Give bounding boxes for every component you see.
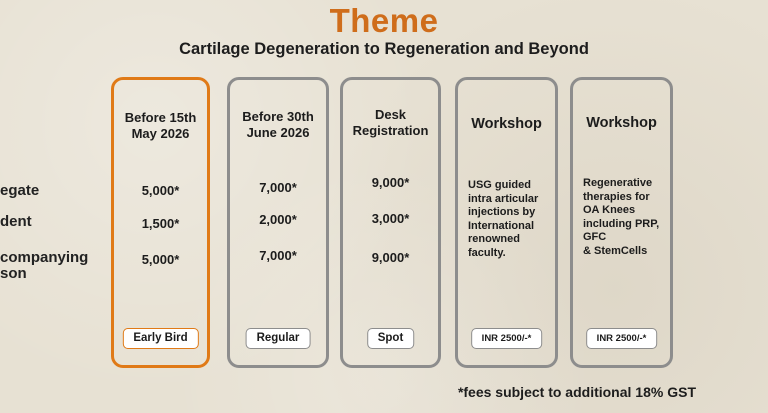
card-heading: Before 30th June 2026 [242, 109, 314, 140]
card-heading: Desk Registration [352, 107, 429, 138]
theme-subtitle: Cartilage Degeneration to Regeneration a… [179, 40, 589, 58]
card-heading: Workshop [471, 116, 542, 132]
card-early-bird: Before 15th May 2026 5,000* 1,500* 5,000*… [111, 77, 210, 368]
theme-title: Theme [329, 2, 439, 39]
tag-regular[interactable]: Regular [245, 328, 311, 349]
workshop-description: Regenerative therapies for OA Knees includi… [583, 177, 660, 257]
price-delegate: 7,000* [259, 180, 297, 195]
gst-footnote: *fees subject to additional 18% GST [457, 384, 696, 400]
card-spot: Desk Registration 9,000* 3,000* 9,000* Sp… [340, 77, 441, 368]
workshop-description: USG guided intra articular injections by In… [468, 179, 539, 259]
price-delegate: 9,000* [371, 175, 410, 190]
price-student: 3,000* [371, 211, 410, 226]
row-label-delegate: egate [0, 182, 40, 199]
card-heading: Before 15th May 2026 [124, 110, 197, 141]
card-heading: Workshop [586, 115, 657, 131]
price-student: 1,500* [141, 216, 180, 231]
tag-early-bird[interactable]: Early Bird [122, 328, 199, 349]
card-workshop-usg: Workshop USG guided intra articular inject… [455, 77, 558, 368]
tag-workshop-fee[interactable]: INR 2500/-* [585, 328, 658, 349]
row-label-student: dent [0, 213, 32, 230]
price-accompanying: 5,000* [141, 252, 180, 267]
tag-workshop-fee[interactable]: INR 2500/-* [470, 328, 543, 349]
tag-spot[interactable]: Spot [366, 328, 415, 349]
card-regular: Before 30th June 2026 7,000* 2,000* 7,000… [227, 77, 329, 368]
price-accompanying: 7,000* [259, 248, 297, 263]
row-label-accompanying-person: companying son [0, 249, 89, 282]
card-workshop-regenerative: Workshop Regenerative therapies for OA Kne… [570, 77, 673, 368]
price-accompanying: 9,000* [371, 250, 410, 265]
price-student: 2,000* [259, 212, 297, 227]
price-delegate: 5,000* [141, 183, 180, 198]
